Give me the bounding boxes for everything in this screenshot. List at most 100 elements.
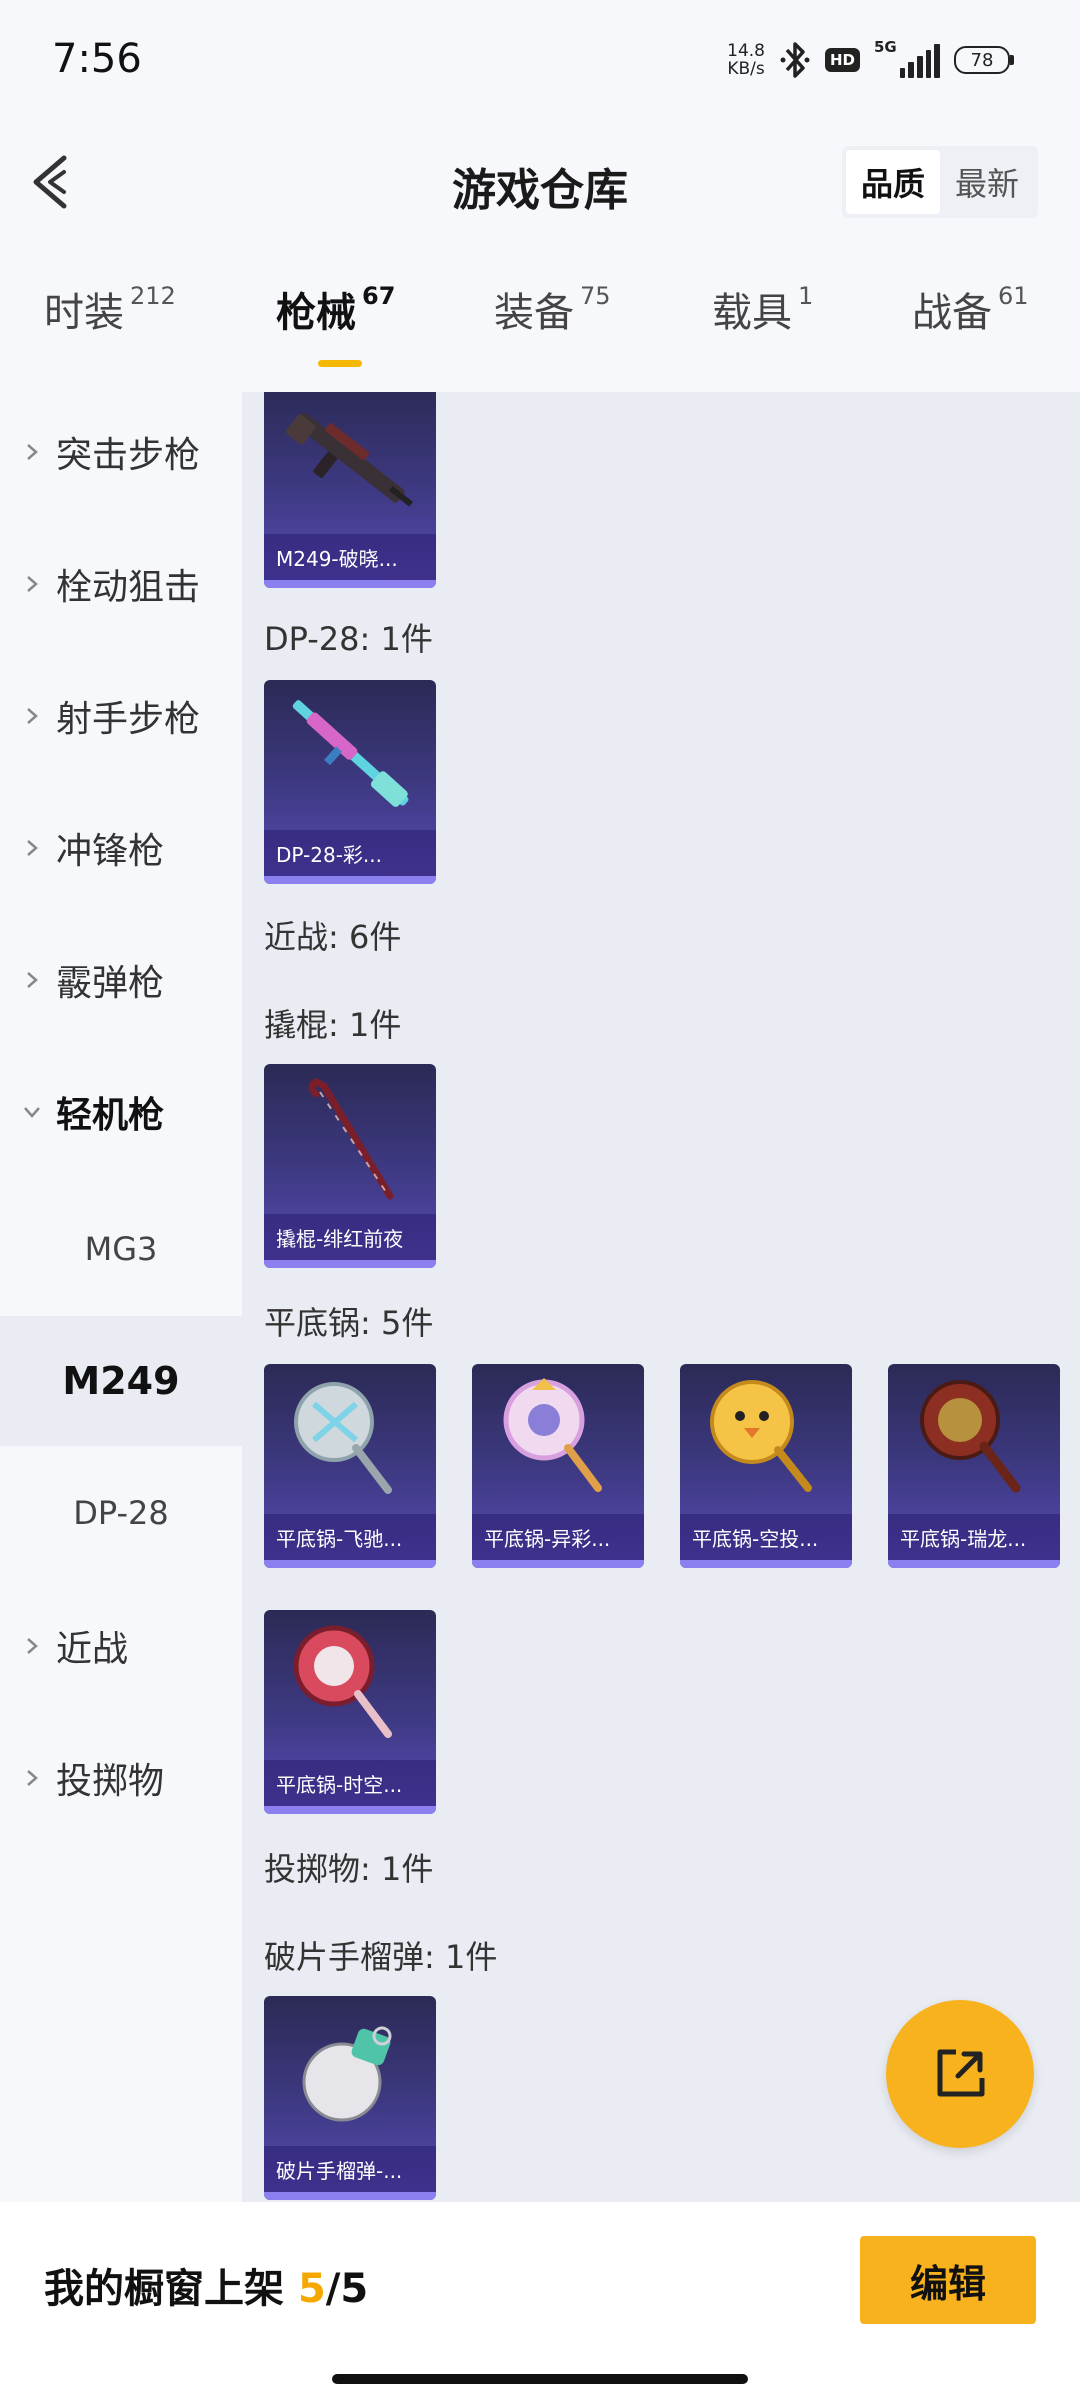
sidebar-item-throwables[interactable]: 投掷物 (0, 1718, 242, 1838)
pan-icon (503, 1378, 602, 1492)
showcase-label: 我的橱窗上架 (44, 2266, 284, 2312)
group-header: 投掷物: 1件 (264, 1850, 434, 1888)
active-tab-indicator (318, 360, 362, 367)
item-card[interactable]: 平底锅-空投... (680, 1364, 852, 1568)
chevron-down-icon (24, 1107, 40, 1118)
battery-icon: 78 (954, 46, 1014, 74)
sidebar-item-label: 射手步枪 (56, 699, 201, 740)
tab-label: 载具 (712, 290, 792, 336)
tab-fashion[interactable]: 时装 212 (44, 280, 176, 370)
battery-level: 78 (954, 46, 1010, 74)
home-indicator[interactable] (332, 2374, 748, 2384)
weapon-category-sidebar: 突击步枪 栓动狙击 射手步枪 冲锋枪 霰弹枪 轻机枪 MG3 M249 DP-2… (0, 392, 242, 2202)
showcase-total-count: 5 (340, 2266, 369, 2312)
group-header: DP-28: 1件 (264, 620, 433, 658)
edit-button[interactable]: 编辑 (860, 2236, 1036, 2324)
rifle-icon (285, 412, 413, 507)
pan-icon (293, 1625, 392, 1738)
status-time: 7:56 (52, 36, 142, 82)
item-name: DP-28-彩... (264, 830, 436, 876)
share-button[interactable] (886, 2000, 1034, 2148)
sort-latest-button[interactable]: 最新 (940, 150, 1034, 214)
chevron-right-icon (27, 972, 38, 988)
chevron-right-icon (27, 1770, 38, 1786)
chevron-right-icon (27, 576, 38, 592)
showcase-status: 我的橱窗上架 5/5 (44, 2256, 368, 2314)
tab-count: 212 (130, 282, 176, 310)
item-name: 平底锅-异彩... (472, 1514, 644, 1560)
chevron-right-icon (27, 1638, 38, 1654)
sidebar-subitem-dp28[interactable]: DP-28 (0, 1448, 242, 1578)
chevron-right-icon (27, 444, 38, 460)
bottom-bar: 我的橱窗上架 5/5 编辑 (0, 2202, 1080, 2400)
tab-label: 时装 (44, 290, 124, 336)
group-header: 近战: 6件 (264, 918, 402, 956)
item-card[interactable]: 平底锅-异彩... (472, 1364, 644, 1568)
item-card[interactable]: 平底锅-飞驰... (264, 1364, 436, 1568)
bluetooth-icon (780, 42, 810, 78)
pan-icon (920, 1380, 1021, 1493)
item-card[interactable]: 破片手榴弹-... (264, 1996, 436, 2200)
header: 游戏仓库 品质 最新 (0, 130, 1080, 230)
pan-icon (710, 1380, 812, 1492)
sidebar-item-label: 霰弹枪 (56, 963, 165, 1004)
signal-label: 5G (874, 38, 897, 56)
sidebar-item-label: 近战 (56, 1629, 129, 1670)
pan-icon (294, 1382, 392, 1494)
tab-label: 战备 (912, 290, 992, 336)
sidebar-subitem-mg3[interactable]: MG3 (0, 1184, 242, 1314)
network-speed-value: 14.8 (727, 41, 765, 61)
item-name: M249-破晓... (264, 534, 436, 580)
chevron-right-icon (27, 840, 38, 856)
sidebar-item-label: 突击步枪 (56, 435, 201, 476)
sidebar-item-lmg[interactable]: 轻机枪 (0, 1052, 242, 1172)
crowbar-icon (308, 1078, 394, 1200)
sort-quality-button[interactable]: 品质 (846, 150, 940, 214)
tab-count: 75 (580, 282, 611, 310)
sidebar-item-label: 轻机枪 (56, 1095, 165, 1136)
group-header: 撬棍: 1件 (264, 1006, 402, 1044)
sidebar-item-marksman-rifle[interactable]: 射手步枪 (0, 656, 242, 776)
item-name: 平底锅-飞驰... (264, 1514, 436, 1560)
network-speed: 14.8 KB/s (727, 42, 765, 78)
item-name: 平底锅-时空... (264, 1760, 436, 1806)
tab-firearms[interactable]: 枪械 67 (276, 280, 395, 370)
tab-label: 枪械 (276, 290, 356, 336)
group-header: 破片手榴弹: 1件 (264, 1938, 498, 1976)
share-icon (937, 2049, 985, 2097)
sidebar-item-label: 冲锋枪 (56, 831, 165, 872)
item-card[interactable]: 平底锅-时空... (264, 1610, 436, 1814)
group-header: 平底锅: 5件 (264, 1304, 434, 1342)
tab-count: 67 (362, 282, 396, 310)
sidebar-item-bolt-sniper[interactable]: 栓动狙击 (0, 524, 242, 644)
showcase-current-count: 5 (297, 2266, 326, 2312)
sidebar-item-smg[interactable]: 冲锋枪 (0, 788, 242, 908)
hd-badge: HD (824, 48, 860, 72)
sort-toggle: 品质 最新 (842, 146, 1038, 218)
grenade-icon (302, 2026, 392, 2122)
sidebar-subitem-m249[interactable]: M249 (0, 1316, 242, 1446)
chevron-right-icon (27, 708, 38, 724)
tab-supplies[interactable]: 战备 61 (912, 280, 1029, 370)
inventory-content: M249-破晓... DP-28: 1件 DP-28-彩... 近战: 6件 撬… (242, 392, 1080, 2202)
tab-count: 1 (798, 282, 814, 310)
network-speed-unit: KB/s (727, 59, 765, 79)
item-card[interactable]: 平底锅-瑞龙... (888, 1364, 1060, 1568)
sidebar-item-label: 投掷物 (56, 1761, 165, 1802)
category-tabs: 时装 212 枪械 67 装备 75 载具 1 战备 61 (0, 280, 1080, 380)
sidebar-item-label: 栓动狙击 (56, 567, 201, 608)
sidebar-item-assault-rifle[interactable]: 突击步枪 (0, 392, 242, 512)
item-name: 撬棍-绯红前夜 (264, 1214, 436, 1260)
item-card[interactable]: M249-破晓... (264, 392, 436, 588)
signal-icon: 5G (874, 38, 941, 78)
item-card[interactable]: 撬棍-绯红前夜 (264, 1064, 436, 1268)
tab-count: 61 (998, 282, 1029, 310)
tab-vehicles[interactable]: 载具 1 (712, 280, 813, 370)
sidebar-item-melee[interactable]: 近战 (0, 1586, 242, 1706)
tab-equipment[interactable]: 装备 75 (494, 280, 611, 370)
status-bar: 7:56 14.8 KB/s HD 5G 78 (0, 0, 1080, 120)
item-name: 平底锅-空投... (680, 1514, 852, 1560)
sidebar-item-shotgun[interactable]: 霰弹枪 (0, 920, 242, 1040)
showcase-separator: / (325, 2266, 341, 2312)
item-card[interactable]: DP-28-彩... (264, 680, 436, 884)
